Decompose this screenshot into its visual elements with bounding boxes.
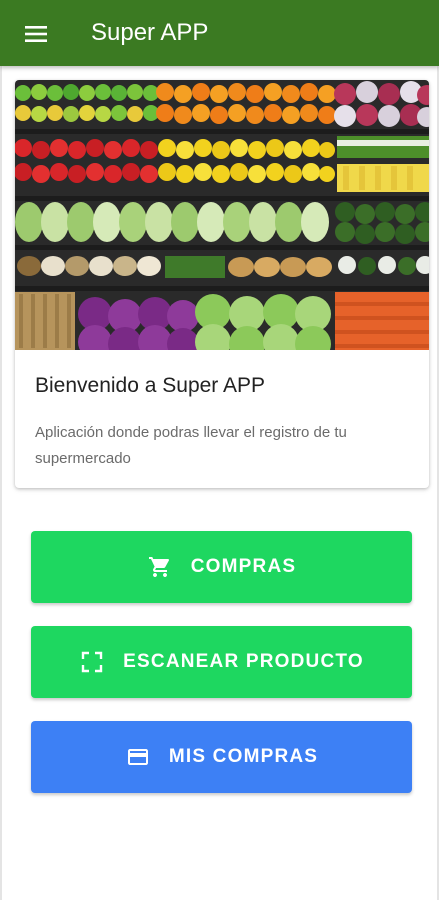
escanear-producto-button[interactable]: ESCANEAR PRODUCTO: [31, 626, 412, 698]
produce-row-4: [17, 256, 429, 278]
compras-label: COMPRAS: [190, 556, 297, 577]
welcome-title: Bienvenido a Super APP: [35, 374, 265, 397]
produce-image: [15, 80, 429, 350]
welcome-card: Bienvenido a Super APP Aplicación donde …: [15, 80, 429, 488]
escanear-producto-label: ESCANEAR PRODUCTO: [123, 651, 364, 672]
credit-card-icon: [125, 744, 151, 770]
scan-icon: [79, 649, 105, 675]
cart-icon: [147, 554, 173, 580]
mis-compras-label: MIS COMPRAS: [168, 746, 319, 767]
compras-button[interactable]: COMPRAS: [31, 531, 412, 603]
welcome-description: Aplicación donde podras llevar el regist…: [35, 424, 347, 467]
page-edge-left: [0, 0, 2, 900]
app-title: Super APP: [91, 19, 209, 46]
menu-icon: [25, 26, 47, 42]
app-toolbar: Super APP: [0, 0, 439, 66]
mis-compras-button[interactable]: MIS COMPRAS: [31, 721, 412, 793]
menu-button[interactable]: [22, 20, 50, 48]
